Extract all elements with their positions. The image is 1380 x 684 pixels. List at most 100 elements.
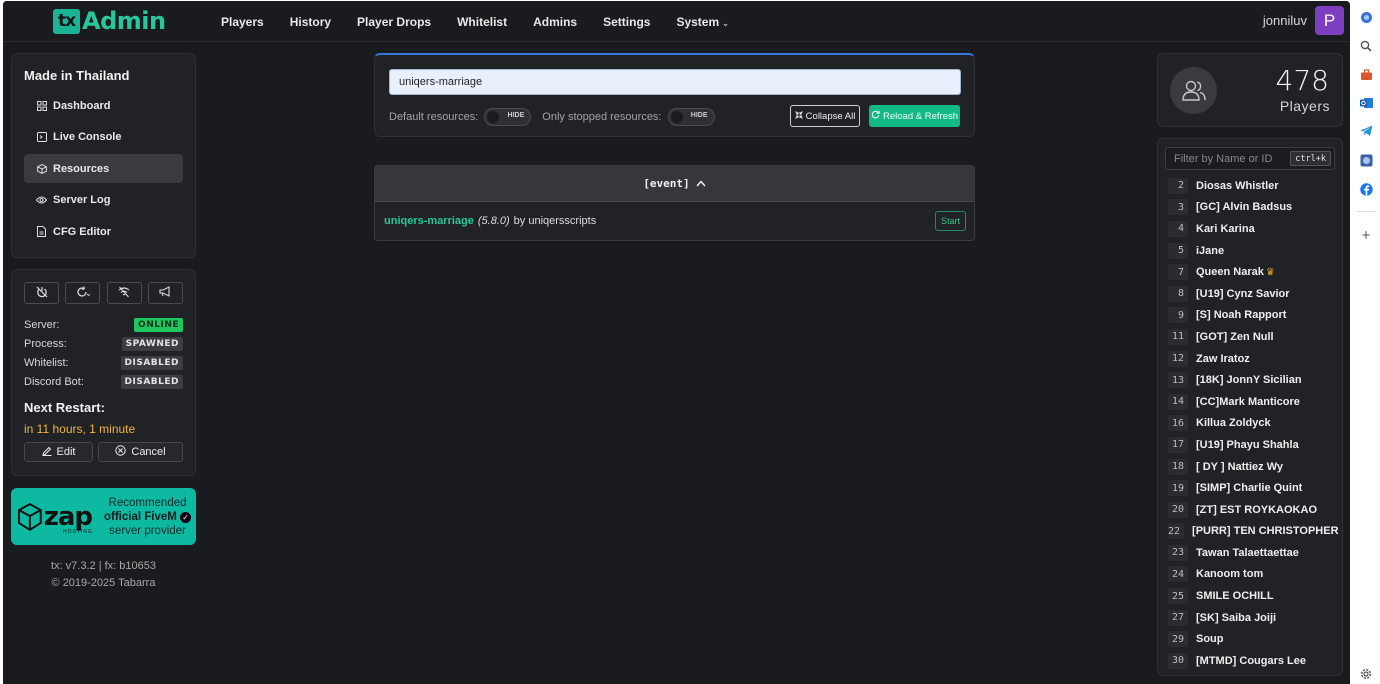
player-count-label: Players [1279, 98, 1330, 114]
resource-group-name: [event] [643, 177, 690, 190]
crown-icon: ♛ [1265, 266, 1275, 278]
avatar[interactable]: P [1315, 6, 1344, 35]
sidebar-item-live-console[interactable]: Live Console [24, 123, 183, 152]
player-id: 25 [1168, 588, 1188, 605]
add-icon[interactable]: + [1359, 227, 1373, 244]
status-process: Process: SPAWNED [24, 334, 183, 353]
player-list-card: Filter by Name or ID ctrl+k 2 Diosas Whis… [1157, 138, 1343, 676]
nav-settings[interactable]: Settings [590, 15, 663, 29]
start-resource-button[interactable]: Start [935, 211, 966, 231]
collapse-all-button[interactable]: Collapse All [790, 105, 860, 127]
player-row[interactable]: 17 [U19] Phayu Shahla [1168, 434, 1338, 456]
sidebar-item-cfg-editor[interactable]: CFG Editor [24, 217, 183, 246]
stopped-resources-label: Only stopped resources: [542, 111, 662, 123]
player-row[interactable]: 3 [GC] Alvin Badsus [1168, 197, 1338, 219]
nav-admins[interactable]: Admins [520, 15, 590, 29]
copyright-line: © 2019-2025 Tabarra [51, 577, 156, 589]
player-row[interactable]: 23 Tawan Talaettaettae [1168, 542, 1338, 564]
player-row[interactable]: 20 [ZT] EST ROYKAOKAO [1168, 499, 1338, 521]
outlook-icon[interactable] [1359, 96, 1373, 110]
settings-icon[interactable] [1359, 667, 1373, 681]
player-row[interactable]: 12 Zaw Iratoz [1168, 348, 1338, 370]
cancel-label: Cancel [131, 446, 166, 458]
player-row[interactable]: 27 [SK] Saiba Joiji [1168, 607, 1338, 629]
player-name: [U19] Phayu Shahla [1196, 438, 1299, 451]
toggle-knob [670, 111, 683, 123]
facebook-icon[interactable] [1359, 182, 1373, 196]
player-row[interactable]: 18 [ DY ] Nattiez Wy [1168, 456, 1338, 478]
cancel-restart-button[interactable]: Cancel [98, 442, 183, 462]
telegram-icon[interactable] [1359, 124, 1373, 138]
player-row[interactable]: 5 iJane [1168, 240, 1338, 262]
toggle-label: HIDE [690, 112, 708, 119]
control-buttons [24, 282, 183, 304]
player-row[interactable]: 14 [CC]Mark Manticore [1168, 391, 1338, 413]
logo-text: Admin [82, 7, 166, 35]
copilot-icon[interactable] [1359, 10, 1373, 24]
nav-history[interactable]: History [277, 15, 344, 29]
player-row[interactable]: 22 [PURR] TEN CHRISTOPHER [1168, 521, 1339, 543]
search-icon[interactable] [1359, 39, 1373, 53]
player-id: 13 [1168, 372, 1188, 389]
zap-line3: server provider [109, 524, 186, 537]
player-row[interactable]: 19 [SIMP] Charlie Quint [1168, 477, 1338, 499]
player-id: 29 [1168, 631, 1188, 648]
username: jonniluv [1262, 13, 1307, 28]
next-restart-time: in 11 hours, 1 minute [24, 422, 136, 436]
kick-all-button[interactable] [106, 282, 142, 304]
player-row[interactable]: 13 [18K] JonnY Sicilian [1168, 369, 1338, 391]
signal-off-icon [118, 286, 130, 301]
nav-whitelist[interactable]: Whitelist [444, 15, 520, 29]
sidebar-item-dashboard[interactable]: Dashboard [24, 91, 183, 120]
reload-refresh-label: Reload & Refresh [883, 110, 958, 122]
nav-players[interactable]: Players [208, 15, 277, 29]
default-resources-label: Default resources: [389, 111, 479, 123]
nav-system[interactable]: System ⌄ [663, 15, 741, 29]
restart-server-button[interactable] [65, 282, 101, 304]
sidebar-item-resources[interactable]: Resources [24, 154, 183, 184]
resource-filters: Default resources: HIDE Only stopped res… [389, 108, 726, 126]
player-id: 22 [1168, 523, 1185, 540]
player-id: 17 [1168, 436, 1188, 453]
announcement-button[interactable] [147, 282, 183, 304]
status-badge: SPAWNED [121, 336, 183, 351]
edit-restart-button[interactable]: Edit [24, 442, 93, 462]
verified-icon: ✓ [180, 511, 192, 523]
player-name: [PURR] TEN CHRISTOPHER [1192, 525, 1339, 538]
txadmin-logo[interactable]: tx Admin [53, 7, 166, 35]
sidebar-item-server-log[interactable]: Server Log [24, 186, 183, 215]
player-row[interactable]: 8 [U19] Cynz Savior [1168, 283, 1338, 305]
user-menu[interactable]: jonniluv P [1263, 6, 1344, 35]
toolbox-icon[interactable] [1359, 68, 1373, 82]
player-row[interactable]: 30 [MTMD] Cougars Lee [1168, 650, 1338, 672]
stop-server-button[interactable] [24, 282, 59, 304]
player-row[interactable]: 16 Killua Zoldyck [1168, 413, 1338, 435]
player-name: Killua Zoldyck [1196, 417, 1271, 430]
top-navbar: tx Admin Players History Player Drops Wh… [3, 1, 1350, 42]
file-icon [36, 226, 47, 238]
player-row[interactable]: 24 Kanoom tom [1168, 564, 1338, 586]
player-row[interactable]: 29 Soup [1168, 628, 1338, 650]
zap-hosting-banner[interactable]: zap HOSTING Recommended official FiveM ✓… [11, 488, 196, 545]
resource-group-header[interactable]: [event] [375, 166, 974, 202]
chevron-up-icon [696, 176, 706, 191]
users-icon [1170, 67, 1217, 114]
player-filter-input[interactable]: Filter by Name or ID ctrl+k [1165, 147, 1335, 170]
eye-icon [36, 195, 47, 206]
player-row[interactable]: 9 [S] Noah Rapport [1168, 305, 1338, 327]
resource-search-input[interactable] [389, 69, 961, 95]
zap-cube-icon [18, 502, 42, 531]
player-row[interactable]: 7 Queen Narak ♛ [1168, 261, 1338, 283]
player-row[interactable]: 4 Kari Karina [1168, 218, 1338, 240]
reload-refresh-button[interactable]: Reload & Refresh [869, 105, 960, 127]
player-id: 16 [1168, 415, 1188, 432]
stopped-resources-toggle[interactable]: HIDE [667, 108, 715, 126]
player-row[interactable]: 2 Diosas Whistler [1168, 175, 1338, 197]
sidebar-item-label: Server Log [53, 194, 111, 207]
app-icon[interactable] [1359, 153, 1373, 167]
nav-player-drops[interactable]: Player Drops [344, 15, 444, 29]
player-row[interactable]: 11 [GOT] Zen Null [1168, 326, 1338, 348]
server-controls-card: Server: ONLINE Process: SPAWNED Whitelis… [11, 269, 196, 476]
default-resources-toggle[interactable]: HIDE [484, 108, 532, 126]
player-row[interactable]: 25 SMILE OCHILL [1168, 585, 1338, 607]
